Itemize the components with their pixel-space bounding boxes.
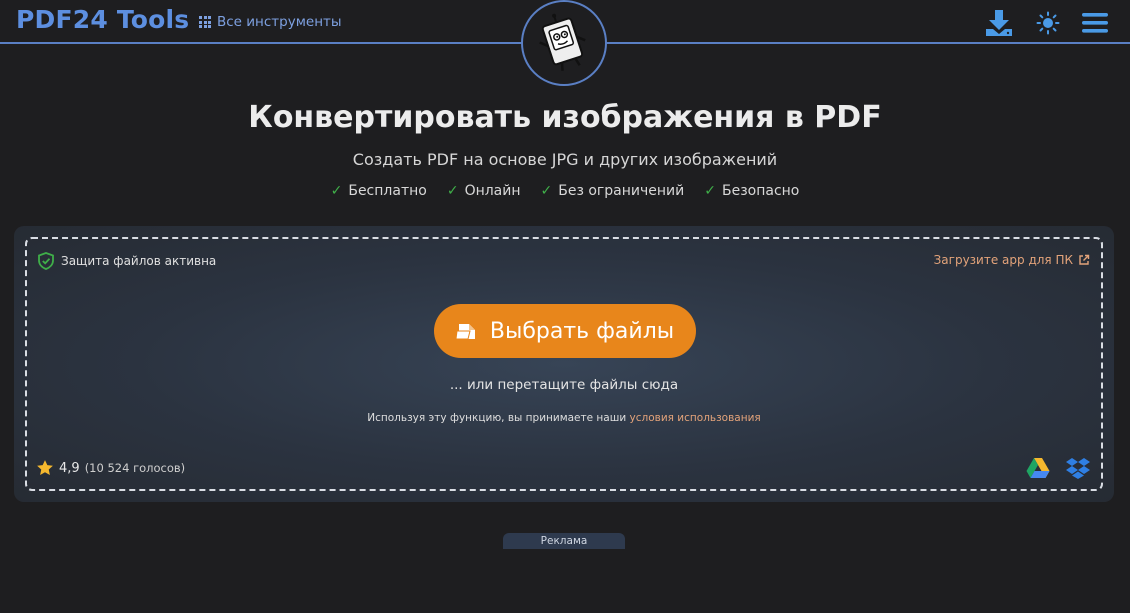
cloud-import xyxy=(1026,457,1090,483)
file-protection-status: Защита файлов активна xyxy=(38,252,216,270)
logo[interactable]: PDF24 Tools xyxy=(16,5,189,34)
download-icon[interactable] xyxy=(984,8,1014,42)
file-protection-label: Защита файлов активна xyxy=(61,254,217,268)
terms-prefix: Используя эту функцию, вы принимаете наш… xyxy=(367,412,627,424)
mascot-logo xyxy=(521,0,607,86)
terms-link[interactable]: условия использования xyxy=(630,412,761,424)
drag-drop-hint: ... или перетащите файлы сюда xyxy=(449,377,679,393)
grid-icon xyxy=(199,16,211,28)
google-drive-icon[interactable] xyxy=(1026,457,1050,483)
check-icon: ✓ xyxy=(330,183,343,199)
upload-panel: Защита файлов активна Загрузите арр для … xyxy=(14,226,1114,502)
feature-label: Без ограничений xyxy=(558,183,685,199)
choose-files-button[interactable]: Выбрать файлы xyxy=(434,304,696,358)
menu-icon[interactable] xyxy=(1082,12,1108,38)
dropbox-icon[interactable] xyxy=(1066,457,1090,483)
check-icon: ✓ xyxy=(540,183,553,199)
theme-toggle-icon[interactable] xyxy=(1036,11,1060,39)
page-title: Конвертировать изображения в PDF xyxy=(248,100,882,135)
terms-notice: Используя эту функцию, вы принимаете наш… xyxy=(27,412,1101,424)
rating-votes: (10 524 голосов) xyxy=(84,461,186,475)
ad-label: Реклама xyxy=(503,533,625,549)
feature-item: ✓ Онлайн xyxy=(447,183,521,199)
desktop-app-link[interactable]: Загрузите арр для ПК xyxy=(934,253,1090,267)
feature-label: Онлайн xyxy=(464,183,521,199)
check-icon: ✓ xyxy=(704,183,716,199)
top-icons xyxy=(984,8,1108,42)
feature-label: Бесплатно xyxy=(348,183,427,199)
feature-list: ✓ Бесплатно ✓ Онлайн ✓ Без ограничений ✓… xyxy=(0,183,1130,199)
feature-label: Безопасно xyxy=(721,183,800,199)
choose-files-label: Выбрать файлы xyxy=(489,318,675,344)
file-dropzone[interactable]: Защита файлов активна Загрузите арр для … xyxy=(25,237,1103,491)
mascot-icon xyxy=(539,13,586,71)
page-subtitle: Создать PDF на основе JPG и других изобр… xyxy=(352,150,778,169)
external-link-icon xyxy=(1079,254,1090,265)
check-icon: ✓ xyxy=(446,183,459,199)
feature-item: ✓ Без ограничений xyxy=(541,183,685,199)
rating-value: 4,9 xyxy=(59,460,80,476)
all-tools-link[interactable]: Все инструменты xyxy=(199,13,342,31)
feature-item: ✓ Бесплатно xyxy=(331,183,427,199)
rating[interactable]: 4,9 (10 524 голосов) xyxy=(36,459,185,477)
file-icon xyxy=(455,324,475,340)
feature-item: ✓ Безопасно xyxy=(704,183,799,199)
desktop-app-label: Загрузите арр для ПК xyxy=(933,253,1073,267)
shield-check-icon xyxy=(38,252,54,270)
star-icon xyxy=(37,460,53,476)
all-tools-label: Все инструменты xyxy=(217,14,342,30)
